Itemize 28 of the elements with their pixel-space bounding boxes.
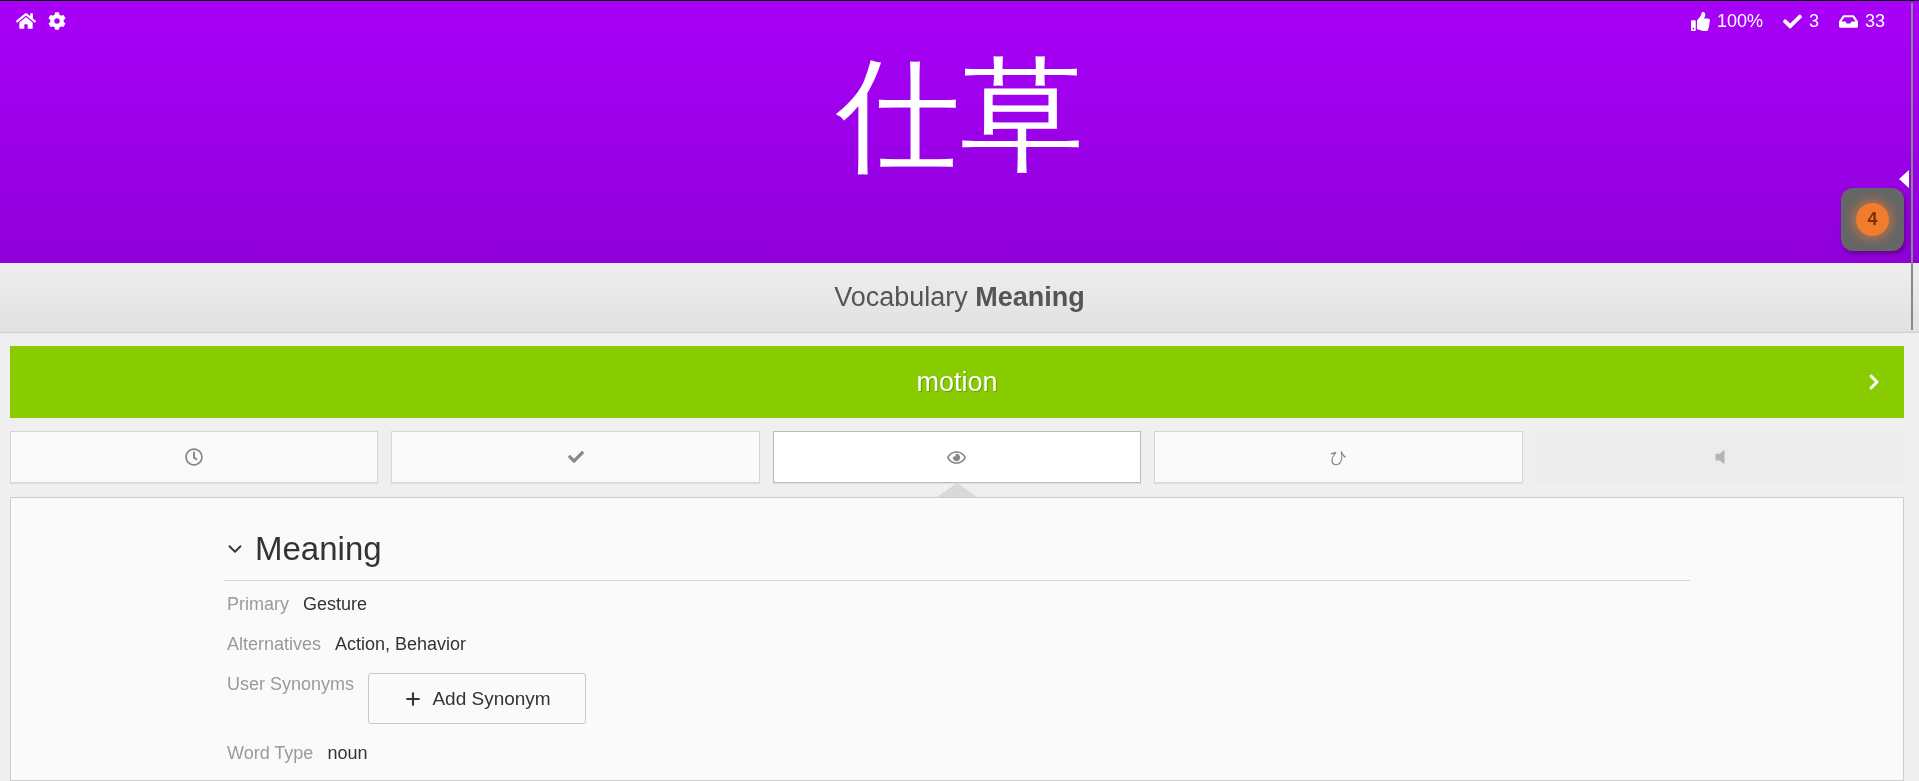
field-label: Primary: [227, 593, 289, 615]
option-tab[interactable]: [10, 431, 379, 483]
home-icon[interactable]: [16, 11, 36, 31]
thumbs-up-icon: [1690, 11, 1710, 31]
section-title[interactable]: Meaning: [255, 529, 382, 569]
clock-icon: [185, 448, 204, 466]
caret-left-icon[interactable]: [1899, 170, 1909, 188]
field-value: noun: [327, 742, 368, 764]
count-badge: 4: [1856, 203, 1889, 236]
question-type-title: Vocabulary Meaning: [834, 282, 1085, 313]
counter-button[interactable]: 4: [1841, 188, 1904, 251]
stat-count: 3: [1808, 10, 1819, 32]
stat-count: 33: [1864, 10, 1885, 32]
settings-icon[interactable]: [48, 12, 66, 30]
option-tab[interactable]: [772, 431, 1142, 483]
vocabulary-character: 仕草: [835, 53, 1084, 177]
field-label: User Synonyms: [227, 673, 355, 695]
field-label: Alternatives: [227, 633, 322, 655]
field-label: Word Type: [227, 742, 314, 764]
option-tab[interactable]: [391, 431, 760, 483]
stat-count: 100%: [1716, 10, 1763, 32]
field-value: Action, Behavior: [335, 633, 467, 655]
field-value: Gesture: [303, 593, 368, 615]
add-synonym-button[interactable]: Add Synonym: [368, 673, 587, 724]
check-icon: [1782, 11, 1802, 31]
option-tab[interactable]: ひ: [1154, 431, 1523, 483]
check-icon: [567, 449, 584, 465]
answer-field[interactable]: motion: [10, 346, 1904, 418]
